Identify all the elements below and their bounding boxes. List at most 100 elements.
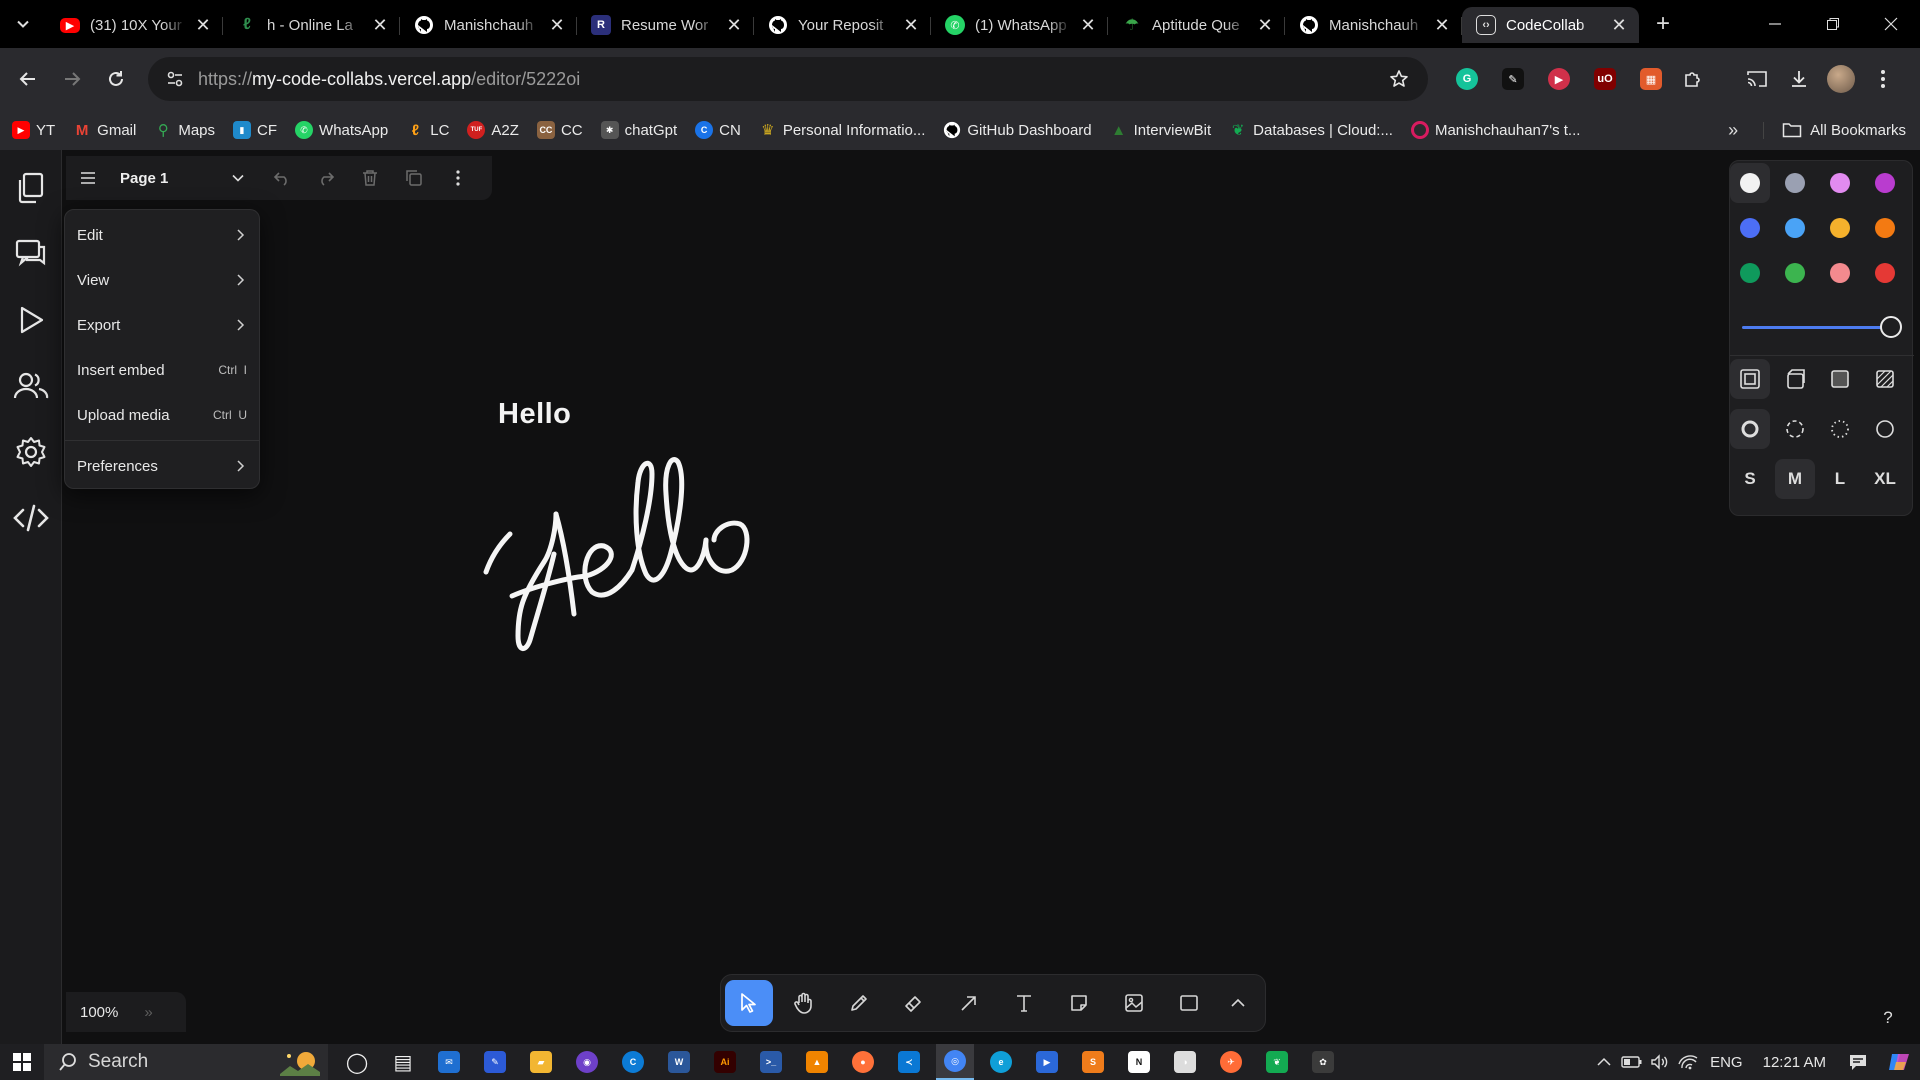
taskbar-app[interactable]: ◑ xyxy=(1166,1044,1204,1080)
dash-draw-button[interactable] xyxy=(1730,409,1770,449)
more-tools-button[interactable] xyxy=(1220,980,1256,1026)
taskbar-app[interactable]: ▤ xyxy=(384,1044,422,1080)
taskbar-search[interactable]: Search xyxy=(44,1044,328,1080)
dash-dotted-button[interactable] xyxy=(1820,409,1860,449)
opacity-slider-track[interactable] xyxy=(1742,326,1892,329)
ublock-button[interactable]: uO xyxy=(1584,58,1626,100)
close-icon[interactable]: ✕ xyxy=(1609,15,1629,35)
run-button[interactable] xyxy=(11,300,51,340)
taskbar-app[interactable]: ▰ xyxy=(522,1044,560,1080)
address-bar[interactable]: https://my-code-collabs.vercel.app/edito… xyxy=(148,57,1428,101)
help-button[interactable]: ? xyxy=(1872,1002,1904,1034)
more-actions-button[interactable] xyxy=(436,158,480,198)
page-dropdown-button[interactable] xyxy=(216,158,260,198)
taskbar-app[interactable]: ◯ xyxy=(338,1044,376,1080)
taskbar-app[interactable]: C xyxy=(614,1044,652,1080)
taskbar-app[interactable]: ✿ xyxy=(1304,1044,1342,1080)
canvas-text-shape[interactable]: Hello xyxy=(498,398,571,431)
color-swatch[interactable] xyxy=(1820,208,1860,248)
bookmark-item[interactable]: ✆ WhatsApp xyxy=(295,121,388,139)
url-text[interactable]: https://my-code-collabs.vercel.app/edito… xyxy=(198,69,1384,90)
color-swatch[interactable] xyxy=(1775,208,1815,248)
restore-button[interactable] xyxy=(1804,0,1862,48)
color-swatch[interactable] xyxy=(1775,253,1815,293)
media-tool[interactable] xyxy=(1110,980,1158,1026)
close-icon[interactable]: ✕ xyxy=(901,15,921,35)
close-icon[interactable]: ✕ xyxy=(1255,15,1275,35)
draw-tool[interactable] xyxy=(835,980,883,1026)
redo-button[interactable] xyxy=(304,158,348,198)
hand-tool[interactable] xyxy=(780,980,828,1026)
dash-dashed-button[interactable] xyxy=(1775,409,1815,449)
browser-tab[interactable]: ℓ h - Online La ✕ xyxy=(223,7,400,43)
select-tool[interactable] xyxy=(725,980,773,1026)
wifi-button[interactable] xyxy=(1674,1044,1702,1080)
new-tab-button[interactable]: + xyxy=(1645,6,1681,42)
bookmark-item[interactable]: M Gmail xyxy=(73,121,136,139)
browser-tab[interactable]: R Resume Wor ✕ xyxy=(577,7,754,43)
dash-solid-button[interactable] xyxy=(1865,409,1905,449)
menu-item-preferences[interactable]: Preferences xyxy=(65,447,259,485)
color-swatch[interactable] xyxy=(1865,208,1905,248)
duplicate-button[interactable] xyxy=(392,158,436,198)
minimap-toggle-icon[interactable]: » xyxy=(144,1004,152,1021)
size-xl-button[interactable]: XL xyxy=(1865,459,1905,499)
taskbar-app[interactable]: ▶ xyxy=(1028,1044,1066,1080)
close-icon[interactable]: ✕ xyxy=(1078,15,1098,35)
close-icon[interactable]: ✕ xyxy=(1432,15,1452,35)
bookmark-item[interactable]: ▲ InterviewBit xyxy=(1110,121,1211,139)
bookmark-item[interactable]: C CN xyxy=(695,121,741,139)
taskbar-app[interactable]: Ai xyxy=(706,1044,744,1080)
close-window-button[interactable] xyxy=(1862,0,1920,48)
fill-none-button[interactable] xyxy=(1730,359,1770,399)
bookmark-item[interactable]: CC CC xyxy=(536,121,583,139)
bookmark-star-button[interactable] xyxy=(1384,64,1414,94)
bookmark-item[interactable]: ▶ YT xyxy=(12,121,55,139)
bookmark-item[interactable]: ▮ CF xyxy=(233,121,277,139)
taskbar-app[interactable]: ✎ xyxy=(476,1044,514,1080)
menu-item-edit[interactable]: Edit xyxy=(65,216,259,254)
browser-tab[interactable]: ☂ Aptitude Que ✕ xyxy=(1108,7,1285,43)
all-bookmarks-button[interactable]: All Bookmarks xyxy=(1763,121,1906,139)
menu-item-view[interactable]: View xyxy=(65,261,259,299)
close-icon[interactable]: ✕ xyxy=(547,15,567,35)
chat-button[interactable] xyxy=(11,234,51,274)
language-indicator[interactable]: ENG xyxy=(1710,1054,1743,1071)
color-swatch[interactable] xyxy=(1865,253,1905,293)
eraser-tool[interactable] xyxy=(890,980,938,1026)
close-icon[interactable]: ✕ xyxy=(724,15,744,35)
bookmark-item[interactable]: ℓ LC xyxy=(406,121,450,139)
browser-tab[interactable]: ‹› CodeCollab ✕ xyxy=(1462,7,1639,43)
color-swatch[interactable] xyxy=(1730,208,1770,248)
bookmark-item[interactable]: ⚲ Maps xyxy=(154,121,215,140)
taskbar-app[interactable]: ◎ xyxy=(936,1044,974,1080)
volume-button[interactable] xyxy=(1646,1044,1674,1080)
text-tool[interactable] xyxy=(1000,980,1048,1026)
color-swatch[interactable] xyxy=(1730,253,1770,293)
taskbar-app[interactable]: S xyxy=(1074,1044,1112,1080)
taskbar-app[interactable]: W xyxy=(660,1044,698,1080)
collaborators-button[interactable] xyxy=(11,366,51,406)
tray-overflow-button[interactable] xyxy=(1590,1044,1618,1080)
freehand-drawing-hello[interactable] xyxy=(482,430,802,670)
menu-item-upload-media[interactable]: Upload media Ctrl U xyxy=(65,396,259,434)
bookmark-item[interactable]: ♛ Personal Informatio... xyxy=(759,121,925,140)
downloads-button[interactable] xyxy=(1778,58,1820,100)
zoom-control[interactable]: 100% » xyxy=(66,992,186,1032)
undo-button[interactable] xyxy=(260,158,304,198)
browser-menu-button[interactable] xyxy=(1862,58,1904,100)
back-button[interactable] xyxy=(6,57,50,101)
recorder-ext-button[interactable]: ▶ xyxy=(1538,58,1580,100)
taskbar-app[interactable]: ◉ xyxy=(568,1044,606,1080)
forward-button[interactable] xyxy=(50,57,94,101)
delete-button[interactable] xyxy=(348,158,392,198)
color-swatch[interactable] xyxy=(1820,163,1860,203)
notifications-button[interactable] xyxy=(1838,1053,1878,1071)
taskbar-app[interactable]: ▲ xyxy=(798,1044,836,1080)
bookmark-item[interactable]: ❦ Databases | Cloud:... xyxy=(1229,121,1393,140)
clock[interactable]: 12:21 AM xyxy=(1763,1054,1826,1071)
size-l-button[interactable]: L xyxy=(1820,459,1860,499)
close-icon[interactable]: ✕ xyxy=(193,15,213,35)
taskbar-app[interactable]: >_ xyxy=(752,1044,790,1080)
site-info-button[interactable] xyxy=(160,64,190,94)
